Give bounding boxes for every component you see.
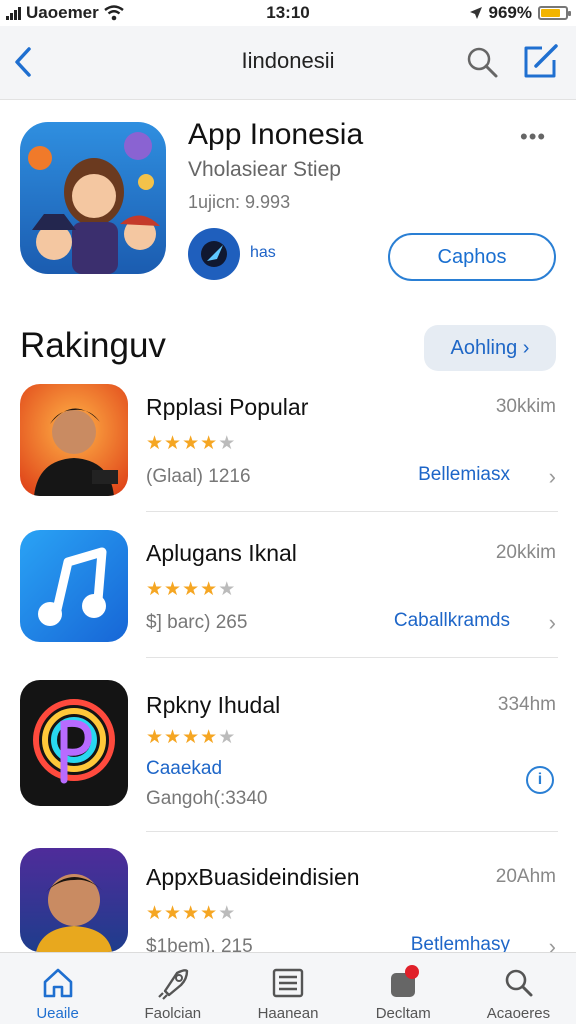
app-info: Gangoh(:3340 — [146, 788, 268, 809]
star-icon: ★ — [218, 579, 237, 600]
app-distance: 30kkim — [495, 396, 556, 417]
list-icon — [268, 963, 308, 1003]
app-icon[interactable] — [20, 848, 128, 952]
app-icon[interactable] — [20, 384, 128, 496]
search-icon — [498, 963, 538, 1003]
star-icon: ★ — [200, 727, 219, 748]
featured-app-meta: 1ujicn: 9.993 — [188, 192, 291, 212]
star-icon: ★ — [182, 903, 201, 924]
star-rating: ★★★★★ — [146, 578, 236, 601]
more-options-icon[interactable]: ••• — [520, 124, 546, 150]
divider — [146, 657, 558, 658]
search-icon — [467, 47, 498, 78]
star-icon: ★ — [146, 727, 165, 748]
info-icon[interactable]: i — [526, 766, 554, 794]
star-icon: ★ — [182, 579, 201, 600]
star-icon: ★ — [164, 579, 183, 600]
featured-badge-icon[interactable] — [188, 228, 240, 280]
tab-featured[interactable]: Faolcian — [115, 953, 230, 1024]
get-button[interactable]: Caphos — [388, 233, 556, 281]
app-name[interactable]: Rpkny Ihudal — [146, 692, 280, 719]
star-icon: ★ — [164, 433, 183, 454]
chevron-right-icon[interactable]: › — [549, 464, 556, 490]
status-bar: Uaoemer 13:10 969% — [0, 0, 576, 26]
app-action-link[interactable]: Caballkramds — [394, 610, 510, 632]
star-rating: ★★★★★ — [146, 902, 236, 925]
star-icon: ★ — [200, 579, 219, 600]
star-rating: ★★★★★ — [146, 726, 236, 749]
tab-label: Haanean — [257, 1005, 319, 1022]
star-icon: ★ — [182, 433, 201, 454]
featured-app-title[interactable]: App Inonesia — [188, 118, 363, 152]
divider — [146, 511, 558, 512]
app-name[interactable]: AppxBuasideindisien — [146, 864, 360, 891]
chevron-right-icon[interactable]: › — [549, 610, 556, 636]
list-item[interactable]: AppxBuasideindisien 20Ahm ★★★★★ $1bem), … — [0, 842, 576, 959]
list-item[interactable]: Rpkny Ihudal 334hm ★★★★★ Caaekad Gangoh(… — [0, 670, 576, 832]
tab-label: Faolcian — [144, 1005, 202, 1022]
star-icon: ★ — [182, 727, 201, 748]
featured-badge-label[interactable]: has — [250, 244, 276, 262]
star-icon: ★ — [200, 433, 219, 454]
star-icon: ★ — [218, 727, 237, 748]
search-button[interactable] — [464, 44, 500, 80]
featured-app-icon[interactable] — [20, 122, 166, 274]
app-name[interactable]: Aplugans Iknal — [146, 540, 297, 567]
app-icon[interactable] — [20, 680, 128, 806]
star-icon: ★ — [218, 433, 237, 454]
battery-icon — [538, 6, 571, 20]
app-info: (Glaal) 1216 — [146, 466, 251, 487]
updates-icon — [383, 963, 423, 1003]
location-icon — [469, 7, 482, 19]
app-name[interactable]: Rpplasi Popular — [146, 394, 308, 421]
home-icon — [38, 963, 78, 1003]
app-distance: 334hm — [497, 694, 556, 715]
star-icon: ★ — [146, 579, 165, 600]
star-icon: ★ — [146, 433, 165, 454]
navigation-bar: Iindonesii — [0, 26, 576, 100]
app-icon[interactable] — [20, 530, 128, 642]
featured-app-card[interactable]: App Inonesia ••• Vholasiear Stiep 1ujicn… — [0, 100, 576, 290]
compose-icon — [524, 44, 558, 78]
app-info: $] barc) 265 — [146, 612, 248, 633]
star-icon: ★ — [218, 903, 237, 924]
featured-app-subtitle: Vholasiear Stiep — [188, 158, 341, 181]
list-item[interactable]: Aplugans Iknal 20kkim ★★★★★ $] barc) 265… — [0, 518, 576, 658]
app-distance: 20kkim — [495, 542, 556, 563]
tab-label: Ueaile — [36, 1005, 79, 1022]
app-action-link[interactable]: Bellemiasx — [418, 464, 510, 486]
star-icon: ★ — [164, 903, 183, 924]
battery-level — [541, 9, 560, 17]
compose-button[interactable] — [520, 42, 560, 82]
tab-home[interactable]: Ueaile — [0, 953, 115, 1024]
star-rating: ★★★★★ — [146, 432, 236, 455]
battery-percent: 969% — [488, 3, 532, 22]
tab-label: Acaoeres — [486, 1005, 551, 1022]
app-distance: 20Ahm — [495, 866, 556, 887]
star-icon: ★ — [200, 903, 219, 924]
tab-updates[interactable]: Decltam — [346, 953, 461, 1024]
see-all-button[interactable]: Aohling › — [424, 325, 556, 371]
list-item[interactable]: Rpplasi Popular 30kkim ★★★★★ (Glaal) 121… — [0, 372, 576, 512]
star-icon: ★ — [146, 903, 165, 924]
rocket-icon — [153, 963, 193, 1003]
divider — [146, 831, 558, 832]
tab-search[interactable]: Acaoeres — [461, 953, 576, 1024]
star-icon: ★ — [164, 727, 183, 748]
section-title: Rakinguv — [20, 326, 166, 365]
tab-categories[interactable]: Haanean — [230, 953, 345, 1024]
app-category[interactable]: Caaekad — [146, 758, 222, 780]
tab-label: Decltam — [375, 1005, 431, 1022]
tab-bar: Ueaile Faolcian Haanean Decltam Acaoeres — [0, 952, 576, 1024]
